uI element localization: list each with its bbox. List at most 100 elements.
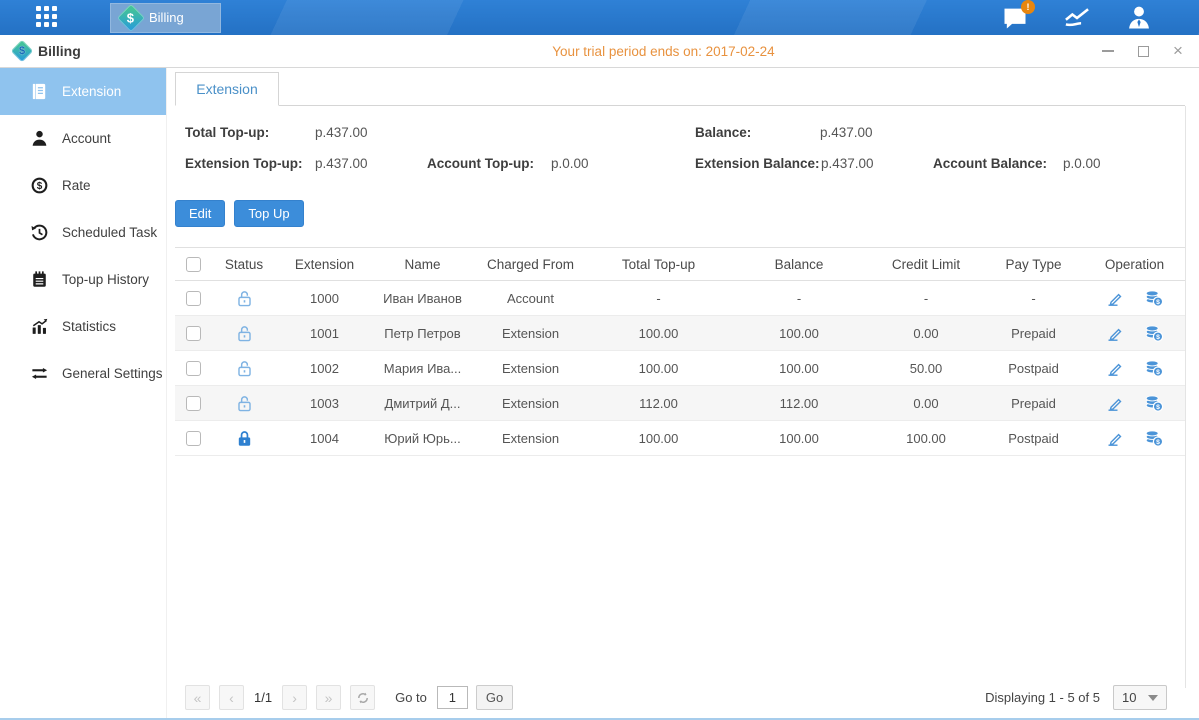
svg-text:$: $	[1156, 404, 1160, 411]
edit-row-icon[interactable]	[1105, 428, 1125, 448]
account-balance-value: p.0.00	[1063, 156, 1101, 171]
cell-extension: 1001	[277, 316, 372, 351]
sidebar-item-general-settings[interactable]: General Settings	[0, 350, 166, 397]
messages-icon[interactable]: !	[1001, 5, 1029, 31]
cell-name: Юрий Юрь...	[372, 421, 473, 456]
cell-total-topup: 100.00	[588, 351, 729, 386]
sidebar-item-label: Scheduled Task	[62, 225, 157, 240]
sidebar-item-rate[interactable]: $ Rate	[0, 162, 166, 209]
maximize-button[interactable]	[1136, 44, 1150, 58]
table-header-row: Status Extension Name Charged From Total…	[175, 248, 1185, 281]
refresh-button[interactable]	[350, 685, 375, 710]
cell-name: Дмитрий Д...	[372, 386, 473, 421]
extension-table: Status Extension Name Charged From Total…	[175, 247, 1185, 456]
cell-extension: 1000	[277, 281, 372, 316]
svg-text:$: $	[1156, 334, 1160, 341]
cell-extension: 1002	[277, 351, 372, 386]
extension-topup-value: p.437.00	[315, 156, 368, 171]
cell-charged-from: Extension	[473, 316, 588, 351]
cell-total-topup: 112.00	[588, 386, 729, 421]
cell-charged-from: Extension	[473, 421, 588, 456]
top-up-button[interactable]: Top Up	[234, 200, 303, 227]
taskbar-tab-billing[interactable]: $ Billing	[110, 3, 221, 33]
prev-page-button[interactable]: ‹	[219, 685, 244, 710]
status-unlocked-icon[interactable]	[235, 394, 254, 413]
sidebar-item-extension[interactable]: Extension	[0, 68, 166, 115]
status-unlocked-icon[interactable]	[235, 289, 254, 308]
last-page-button[interactable]: »	[316, 685, 341, 710]
row-checkbox[interactable]	[186, 291, 201, 306]
status-unlocked-icon[interactable]	[235, 359, 254, 378]
edit-button[interactable]: Edit	[175, 200, 225, 227]
close-button[interactable]: ×	[1171, 44, 1185, 58]
window-title: Billing	[38, 43, 81, 59]
col-charged-from: Charged From	[473, 248, 588, 281]
top-up-row-icon[interactable]: $	[1144, 358, 1164, 378]
next-page-button[interactable]: ›	[282, 685, 307, 710]
col-balance: Balance	[729, 248, 869, 281]
minimize-button[interactable]	[1101, 44, 1115, 58]
action-buttons: Edit Top Up	[175, 200, 1185, 227]
sidebar-item-label: General Settings	[62, 366, 163, 381]
cell-pay-type: -	[983, 281, 1084, 316]
svg-text:$: $	[37, 181, 43, 192]
resource-monitor-icon[interactable]	[1063, 5, 1091, 31]
total-topup-value: p.437.00	[315, 125, 368, 140]
sliders-icon	[30, 364, 49, 383]
top-up-row-icon[interactable]: $	[1144, 288, 1164, 308]
balance-value: p.437.00	[820, 125, 873, 140]
edit-row-icon[interactable]	[1105, 288, 1125, 308]
cell-credit-limit: 100.00	[869, 421, 983, 456]
top-up-row-icon[interactable]: $	[1144, 428, 1164, 448]
sidebar-item-scheduled-task[interactable]: Scheduled Task	[0, 209, 166, 256]
status-locked-icon[interactable]	[235, 429, 254, 448]
cell-pay-type: Prepaid	[983, 386, 1084, 421]
select-all-checkbox[interactable]	[186, 257, 201, 272]
page-size-select[interactable]: 10	[1113, 685, 1167, 710]
go-button[interactable]: Go	[476, 685, 513, 710]
balance-summary: Total Top-up: p.437.00 Balance: p.437.00…	[175, 124, 1185, 186]
sidebar-item-label: Extension	[62, 84, 121, 99]
sidebar-item-label: Statistics	[62, 319, 116, 334]
sidebar-item-topup-history[interactable]: Top-up History	[0, 256, 166, 303]
table-row: 1003 Дмитрий Д... Extension 112.00 112.0…	[175, 386, 1185, 421]
first-page-button[interactable]: «	[185, 685, 210, 710]
svg-text:$: $	[1156, 299, 1160, 306]
table-row: 1000 Иван Иванов Account - - - - $	[175, 281, 1185, 316]
window-titlebar: $ Billing Your trial period ends on: 201…	[0, 35, 1199, 68]
cell-pay-type: Postpaid	[983, 351, 1084, 386]
sidebar-item-label: Rate	[62, 178, 91, 193]
row-checkbox[interactable]	[186, 431, 201, 446]
edit-row-icon[interactable]	[1105, 393, 1125, 413]
cell-balance: 100.00	[729, 316, 869, 351]
billing-app-icon: $	[117, 3, 145, 31]
row-checkbox[interactable]	[186, 396, 201, 411]
cell-extension: 1003	[277, 386, 372, 421]
status-unlocked-icon[interactable]	[235, 324, 254, 343]
goto-page-input[interactable]	[437, 686, 468, 709]
sidebar-item-account[interactable]: Account	[0, 115, 166, 162]
user-icon[interactable]	[1125, 5, 1153, 31]
chart-bars-icon	[30, 317, 49, 336]
content-area: Extension Total Top-up: p.437.00 Balance…	[167, 68, 1199, 720]
page-indicator: 1/1	[254, 690, 272, 705]
message-badge: !	[1021, 0, 1035, 14]
account-topup-value: p.0.00	[551, 156, 589, 171]
cell-pay-type: Prepaid	[983, 316, 1084, 351]
dollar-circle-icon: $	[30, 176, 49, 195]
edit-row-icon[interactable]	[1105, 323, 1125, 343]
edit-row-icon[interactable]	[1105, 358, 1125, 378]
cell-credit-limit: 0.00	[869, 316, 983, 351]
sidebar-item-statistics[interactable]: Statistics	[0, 303, 166, 350]
extension-topup-label: Extension Top-up:	[185, 156, 303, 171]
top-up-row-icon[interactable]: $	[1144, 393, 1164, 413]
cell-charged-from: Extension	[473, 351, 588, 386]
row-checkbox[interactable]	[186, 361, 201, 376]
row-checkbox[interactable]	[186, 326, 201, 341]
tab-extension[interactable]: Extension	[175, 72, 279, 106]
top-up-row-icon[interactable]: $	[1144, 323, 1164, 343]
extension-balance-value: p.437.00	[821, 156, 874, 171]
apps-grid-icon[interactable]	[36, 6, 60, 30]
table-row: 1002 Мария Ива... Extension 100.00 100.0…	[175, 351, 1185, 386]
ledger-icon	[30, 82, 49, 101]
